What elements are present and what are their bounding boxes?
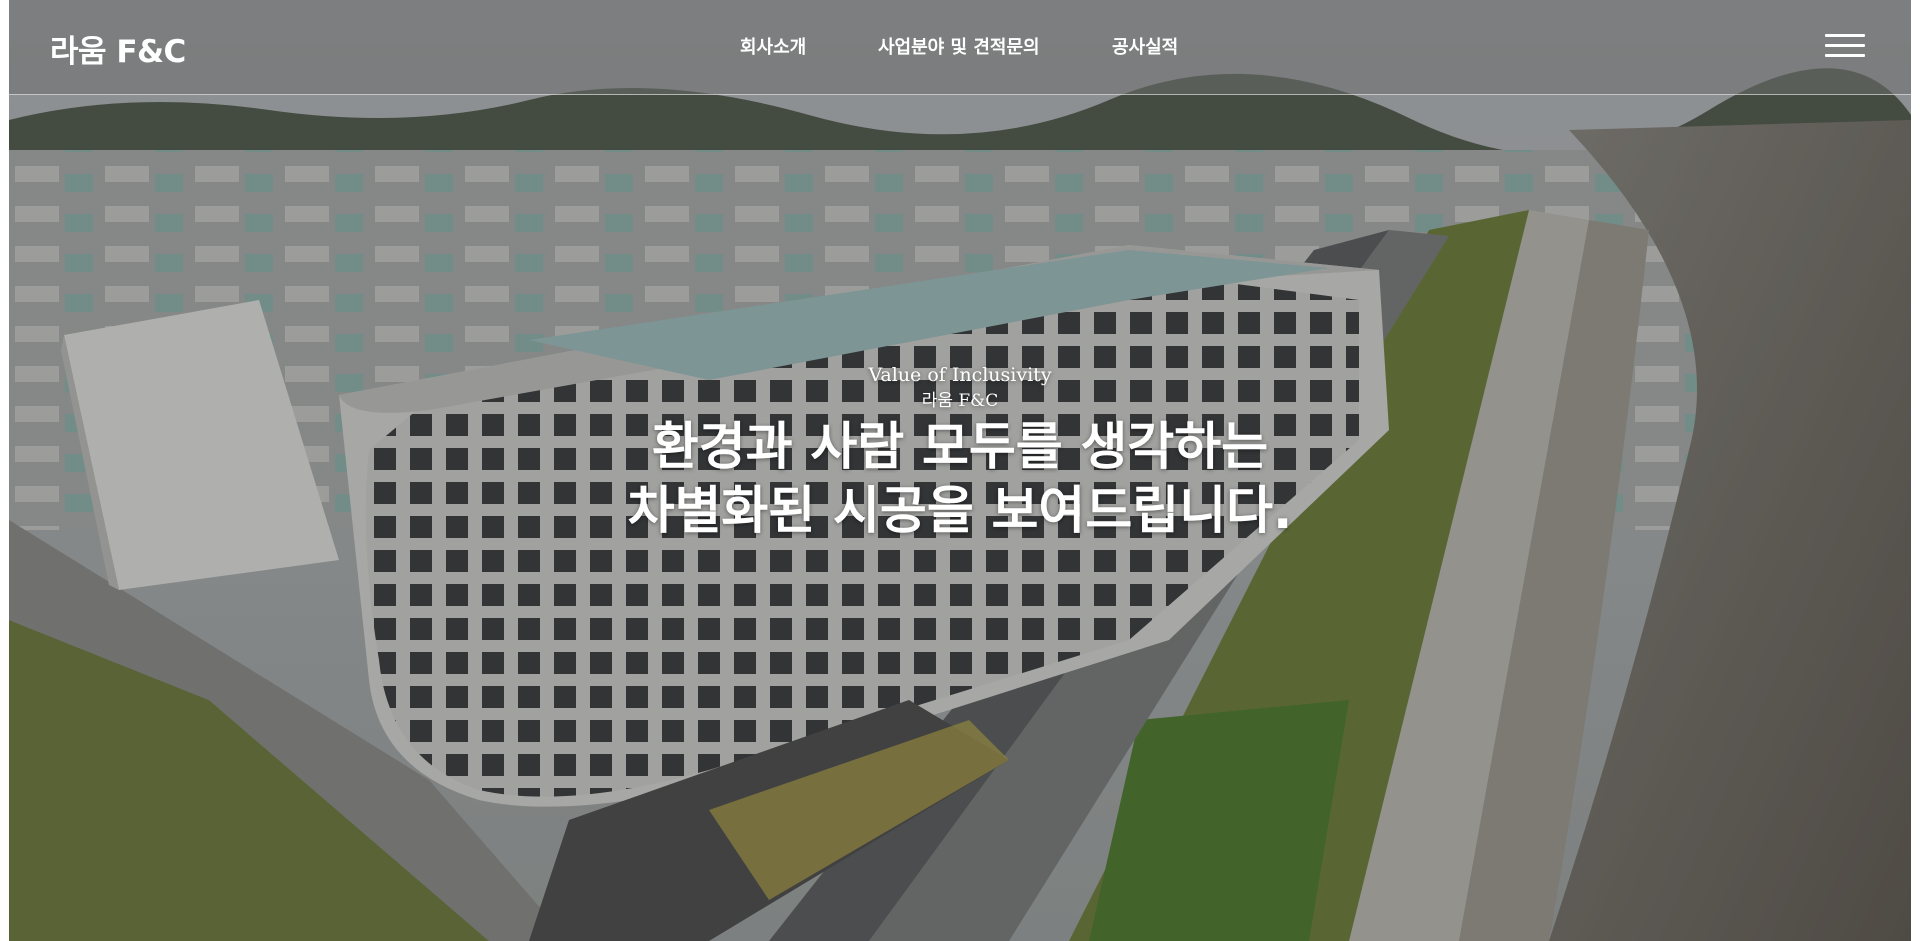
hero-headline-line-2: 차별화된 시공을 보여드립니다.	[627, 482, 1293, 541]
hamburger-menu-icon[interactable]	[1825, 32, 1867, 60]
nav-item-portfolio[interactable]: 공사실적	[1112, 33, 1178, 59]
hero-text: Value of Inclusivity 라움 F&C 환경과 사람 모두를 생…	[9, 362, 1911, 544]
nav-item-business-quote[interactable]: 사업분야 및 견적문의	[878, 33, 1040, 59]
hero-headline-line-1: 환경과 사람 모두를 생각하는	[651, 418, 1269, 477]
main-nav: 회사소개 사업분야 및 견적문의 공사실적	[9, 33, 1911, 63]
hero-brand: 라움 F&C	[921, 391, 999, 411]
nav-item-company[interactable]: 회사소개	[740, 33, 806, 59]
hero-headline: 환경과 사람 모두를 생각하는 차별화된 시공을 보여드립니다.	[9, 416, 1911, 544]
hero-section: 라움 F&C 회사소개 사업분야 및 견적문의 공사실적 Value of In…	[9, 0, 1911, 941]
hero-eyebrow: Value of Inclusivity	[868, 364, 1052, 386]
site-header: 라움 F&C 회사소개 사업분야 및 견적문의 공사실적	[9, 0, 1911, 95]
